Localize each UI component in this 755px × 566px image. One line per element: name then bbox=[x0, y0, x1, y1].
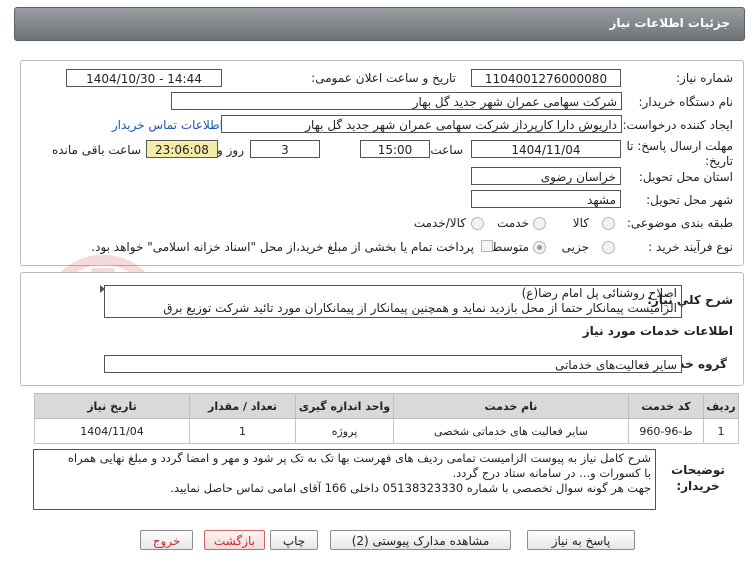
category-radio-goods-service[interactable] bbox=[471, 217, 484, 230]
category-label: طبقه بندی موضوعی: bbox=[626, 216, 733, 230]
category-option-goods: کالا bbox=[572, 216, 589, 230]
cell-quantity: 1 bbox=[189, 418, 296, 444]
general-desc-box[interactable]: اصلاح روشنائی پل امام رضا(ع) الزامیست پی… bbox=[104, 285, 682, 318]
deadline-date-field[interactable]: 1404/11/04 bbox=[471, 140, 621, 158]
city-field[interactable]: مشهد bbox=[471, 190, 621, 208]
general-desc-scroll-arrow-icon[interactable] bbox=[100, 285, 105, 293]
view-attachments-button[interactable]: مشاهده مدارک پیوستی (2) bbox=[330, 530, 511, 550]
category-option-service: خدمت bbox=[497, 216, 529, 230]
buyer-notes-line: شرح کامل نیاز به پیوست الزامیست تمامی رد… bbox=[67, 451, 651, 465]
payment-note: پرداخت تمام یا بخشی از مبلغ خرید،از محل … bbox=[91, 240, 474, 254]
buyer-notes-box[interactable]: شرح کامل نیاز به پیوست الزامیست تمامی رد… bbox=[33, 449, 656, 510]
reply-button[interactable]: پاسخ به نیاز bbox=[527, 530, 635, 550]
page-title-bar: جزئیات اطلاعات نیاز bbox=[14, 7, 745, 41]
services-table: ردیف کد خدمت نام خدمت واحد اندازه گیری ت… bbox=[34, 393, 739, 444]
deadline-label: مهلت ارسال پاسخ: تا تاریخ: bbox=[626, 139, 733, 168]
page-title: جزئیات اطلاعات نیاز bbox=[609, 16, 730, 30]
buyer-org-field[interactable]: شرکت سهامی عمران شهر جدید گل بهار bbox=[171, 92, 622, 110]
province-field[interactable]: خراسان رضوی bbox=[471, 167, 621, 185]
print-button[interactable]: چاپ bbox=[270, 530, 318, 550]
remaining-label: ساعت باقی مانده bbox=[51, 143, 141, 157]
process-option-medium: متوسط bbox=[491, 240, 529, 254]
col-header-service-name: نام خدمت bbox=[393, 393, 629, 419]
day-and-label: روز و bbox=[217, 143, 244, 157]
buyer-notes-line: جهت هر گونه سوال تخصصی با شماره 05138323… bbox=[170, 481, 651, 495]
exit-button[interactable]: خروج bbox=[140, 530, 193, 550]
announce-datetime-field[interactable]: 1404/10/30 - 14:44 bbox=[66, 69, 222, 87]
category-radio-goods[interactable] bbox=[602, 217, 615, 230]
col-header-need-date: تاریخ نیاز bbox=[34, 393, 190, 419]
services-info-heading: اطلاعات خدمات مورد نیاز bbox=[582, 324, 733, 338]
announce-datetime-label: تاریخ و ساعت اعلان عمومی: bbox=[311, 71, 456, 85]
city-label: شهر محل تحویل: bbox=[646, 193, 733, 207]
general-desc-line: الزامیست پیمانکار حتما از محل بازدید نما… bbox=[163, 301, 677, 315]
col-header-unit: واحد اندازه گیری bbox=[295, 393, 394, 419]
col-header-quantity: تعداد / مقدار bbox=[189, 393, 296, 419]
buyer-notes-line: با کسورات و... در سامانه ستاد درج گردد. bbox=[452, 466, 651, 480]
need-number-label: شماره نیاز: bbox=[676, 71, 733, 85]
cell-unit: پروژه bbox=[295, 418, 394, 444]
buyer-org-label: نام دستگاه خریدار: bbox=[638, 95, 734, 109]
table-header-row: ردیف کد خدمت نام خدمت واحد اندازه گیری ت… bbox=[34, 393, 739, 419]
cell-service-name: سایر فعالیت های خدماتی شخصی bbox=[393, 418, 629, 444]
category-option-goods-service: کالا/خدمت bbox=[413, 216, 466, 230]
col-header-service-code: کد خدمت bbox=[628, 393, 704, 419]
requester-label: ایجاد کننده درخواست: bbox=[622, 118, 733, 132]
need-number-field[interactable]: 1104001276000080 bbox=[471, 69, 621, 87]
province-label: استان محل تحویل: bbox=[638, 170, 733, 184]
cell-service-code: ط-96-960 bbox=[628, 418, 704, 444]
days-field[interactable]: 3 bbox=[250, 140, 320, 158]
cell-need-date: 1404/11/04 bbox=[34, 418, 190, 444]
col-header-row-number: ردیف bbox=[703, 393, 739, 419]
cell-row-number: 1 bbox=[703, 418, 739, 444]
deadline-time-label: ساعت bbox=[430, 143, 463, 157]
process-radio-medium[interactable] bbox=[533, 241, 546, 254]
buyer-contact-link[interactable]: اطلاعات تماس خریدار bbox=[112, 118, 223, 132]
category-radio-service[interactable] bbox=[533, 217, 546, 230]
deadline-time-field[interactable]: 15:00 bbox=[360, 140, 430, 158]
process-radio-minor[interactable] bbox=[602, 241, 615, 254]
requester-field[interactable]: داریوش دارا کارپرداز شرکت سهامی عمران شه… bbox=[221, 115, 622, 133]
process-option-minor: جزیی bbox=[561, 240, 589, 254]
table-row[interactable]: 1 ط-96-960 سایر فعالیت های خدماتی شخصی پ… bbox=[34, 418, 739, 444]
treasury-payment-checkbox[interactable] bbox=[481, 240, 493, 252]
back-button[interactable]: بازگشت bbox=[204, 530, 265, 550]
service-group-field[interactable]: سایر فعالیت‌های خدماتی bbox=[104, 355, 682, 373]
process-type-label: نوع فرآیند خرید : bbox=[648, 240, 733, 254]
buyer-notes-label: توضیحات خریدار: bbox=[671, 463, 725, 493]
remaining-time-field: 23:06:08 bbox=[146, 140, 218, 158]
general-desc-line: اصلاح روشنائی پل امام رضا(ع) bbox=[521, 286, 677, 300]
